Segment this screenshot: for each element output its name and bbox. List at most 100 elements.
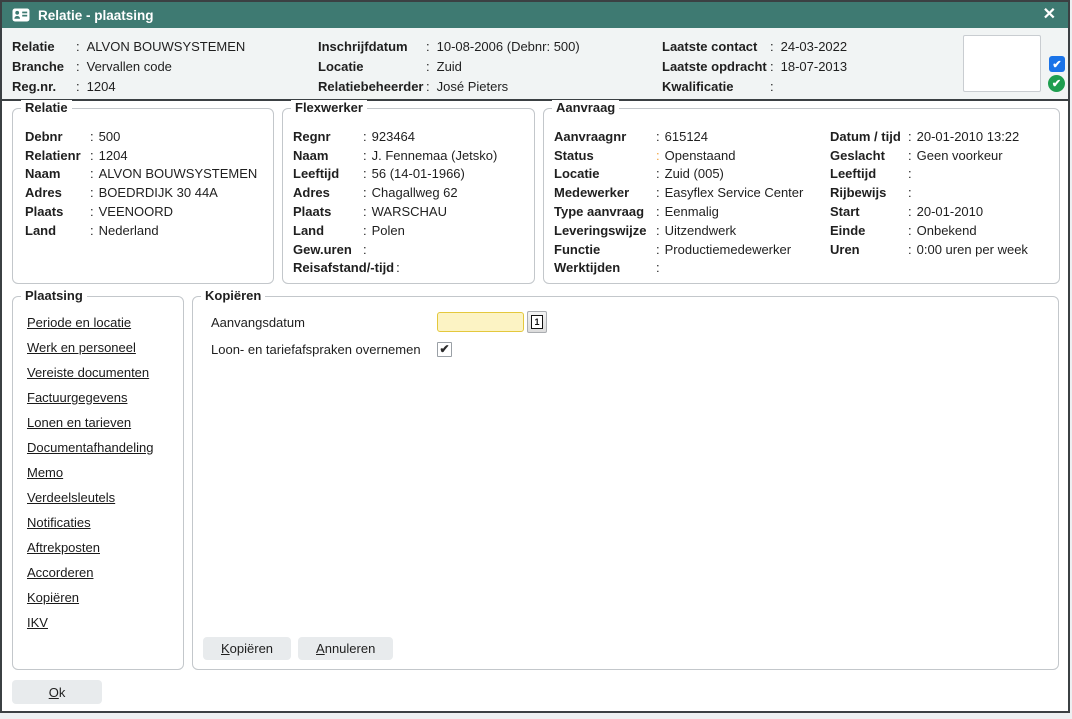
loon-tarief-label: Loon- en tariefafspraken overnemen [211, 342, 437, 357]
header-row: Kwalificatie: [662, 76, 847, 96]
field-value: ALVON BOUWSYSTEMEN [99, 166, 258, 181]
info-row: Relatienr:1204 [25, 146, 263, 165]
colon: : [654, 185, 665, 200]
field-label: Reg.nr. [12, 79, 74, 94]
field-value: 923464 [372, 129, 415, 144]
colon: : [361, 185, 372, 200]
aanvraag-panel: Aanvraag Aanvraagnr:615124 Status:Openst… [543, 108, 1060, 284]
field-value: VEENOORD [99, 204, 173, 219]
header-row: Laatste opdracht:18-07-2013 [662, 56, 847, 76]
colon: : [768, 39, 781, 54]
sidebar-item-kopieren[interactable]: Kopiëren [27, 590, 175, 615]
check-icon: ✔ [1052, 58, 1061, 71]
field-value: 18-07-2013 [781, 59, 848, 74]
colon: : [654, 166, 665, 181]
panel-legend: Relatie [21, 100, 72, 115]
colon: : [768, 59, 781, 74]
info-row: Uren:0:00 uren per week [830, 240, 1028, 259]
sidebar-item-documentafhandeling[interactable]: Documentafhandeling [27, 440, 175, 465]
field-label: Adres [293, 185, 361, 200]
field-label: Gew.uren [293, 242, 361, 257]
header-row: Reg.nr.:1204 [12, 76, 245, 96]
colon: : [361, 223, 372, 238]
field-label: Start [830, 204, 906, 219]
info-row: Aanvraagnr:615124 [554, 127, 803, 146]
kopieren-panel: Kopiëren Aanvangsdatum 1 Loon- en tarief… [192, 296, 1059, 670]
field-value: 20-01-2010 13:22 [917, 129, 1020, 144]
colon: : [424, 39, 437, 54]
field-value: 0:00 uren per week [917, 242, 1028, 257]
info-row: Leeftijd: [830, 165, 1028, 184]
field-label: Locatie [554, 166, 654, 181]
colon: : [906, 148, 917, 163]
titlebar: Relatie - plaatsing ✕ [2, 2, 1068, 28]
field-label: Locatie [318, 59, 424, 74]
sidebar-item-notificaties[interactable]: Notificaties [27, 515, 175, 540]
close-icon[interactable]: ✕ [1041, 7, 1058, 23]
sidebar-item-factuurgegevens[interactable]: Factuurgegevens [27, 390, 175, 415]
ok-button[interactable]: Ok [12, 680, 102, 704]
info-row: Adres:BOEDRDIJK 30 44A [25, 183, 263, 202]
field-label: Debnr [25, 129, 88, 144]
field-value: 1204 [99, 148, 128, 163]
info-row: Leeftijd:56 (14-01-1966) [293, 165, 526, 184]
sidebar-item-aftrekposten[interactable]: Aftrekposten [27, 540, 175, 565]
sidebar-item-vereiste-documenten[interactable]: Vereiste documenten [27, 365, 175, 390]
annuleren-button[interactable]: Annuleren [298, 637, 393, 660]
aanvangsdatum-input[interactable] [437, 312, 524, 332]
info-row: Type aanvraag:Eenmalig [554, 202, 803, 221]
field-label: Status [554, 148, 654, 163]
colon: : [654, 129, 665, 144]
colon: : [361, 242, 372, 257]
field-label: Uren [830, 242, 906, 257]
check-icon: ✔ [1052, 77, 1061, 90]
sidebar-item-accorderen[interactable]: Accorderen [27, 565, 175, 590]
window-title: Relatie - plaatsing [38, 8, 1041, 23]
field-label: Relatiebeheerder [318, 79, 424, 94]
header-row: Branche:Vervallen code [12, 56, 245, 76]
check-icon: ✔ [439, 342, 449, 356]
field-label: Relatie [12, 39, 74, 54]
info-row: Start:20-01-2010 [830, 202, 1028, 221]
field-label: Werktijden [554, 260, 654, 275]
colon: : [88, 148, 99, 163]
info-row: Reisafstand/-tijd: [293, 259, 526, 278]
status-colon: : [654, 148, 665, 163]
info-row: Functie:Productiemedewerker [554, 240, 803, 259]
field-label: Branche [12, 59, 74, 74]
field-label: Laatste opdracht [662, 59, 768, 74]
field-label: Naam [25, 166, 88, 181]
colon: : [654, 223, 665, 238]
field-value: Onbekend [917, 223, 977, 238]
field-label: Relatienr [25, 148, 88, 163]
field-value: Nederland [99, 223, 159, 238]
field-label: Naam [293, 148, 361, 163]
sidebar-item-verdeelsleutels[interactable]: Verdeelsleutels [27, 490, 175, 515]
calendar-icon: 1 [531, 315, 543, 329]
blue-checkbox[interactable]: ✔ [1049, 56, 1065, 72]
sidebar-item-memo[interactable]: Memo [27, 465, 175, 490]
aanvangsdatum-label: Aanvangsdatum [211, 315, 437, 330]
sidebar-item-lonen-en-tarieven[interactable]: Lonen en tarieven [27, 415, 175, 440]
sidebar-item-werk-en-personeel[interactable]: Werk en personeel [27, 340, 175, 365]
sidebar-item-ikv[interactable]: IKV [27, 615, 175, 640]
field-value: Zuid [437, 59, 462, 74]
colon: : [361, 166, 372, 181]
sidebar-item-periode-en-locatie[interactable]: Periode en locatie [27, 315, 175, 340]
colon: : [906, 204, 917, 219]
colon: : [88, 129, 99, 144]
field-label: Geslacht [830, 148, 906, 163]
photo-placeholder [963, 35, 1041, 92]
colon: : [88, 185, 99, 200]
calendar-button[interactable]: 1 [527, 311, 547, 333]
field-value: 615124 [665, 129, 708, 144]
field-value: 500 [99, 129, 121, 144]
info-row: Land:Nederland [25, 221, 263, 240]
field-value: ALVON BOUWSYSTEMEN [87, 39, 246, 54]
field-value: Polen [372, 223, 405, 238]
contact-card-icon [12, 8, 30, 22]
loon-tarief-checkbox[interactable]: ✔ [437, 342, 452, 357]
kopieren-button[interactable]: Kopiëren [203, 637, 291, 660]
info-row: Land:Polen [293, 221, 526, 240]
info-row: Status:Openstaand [554, 146, 803, 165]
